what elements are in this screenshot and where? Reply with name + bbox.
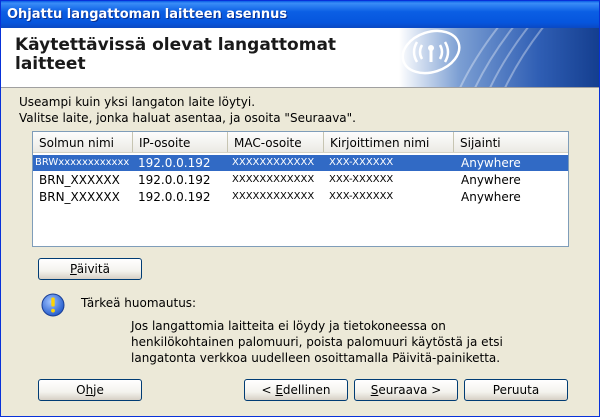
column-header-node-name[interactable]: Solmun nimi <box>33 132 133 152</box>
cell-printer-name: XXX-XXXXXX <box>329 174 394 185</box>
cell-ip: 192.0.0.192 <box>138 173 211 187</box>
window-title: Ohjattu langattoman laitteen asennus <box>7 7 288 22</box>
next-button[interactable]: Seuraava > <box>354 379 458 401</box>
notice-line-1: Jos langattomia laitteita ei löydy ja ti… <box>131 319 446 333</box>
header-banner <box>399 28 599 87</box>
back-button[interactable]: < Edellinen <box>244 379 348 401</box>
refresh-label: äivitä <box>76 262 110 276</box>
device-list-header: Solmun nimi IP-osoite MAC-osoite Kirjoit… <box>33 132 568 153</box>
cell-node-name: BRN_XXXXXX <box>39 173 120 187</box>
back-label-pre: < <box>261 383 276 397</box>
back-mnemonic: E <box>275 383 283 397</box>
cell-location: Anywhere <box>461 156 521 170</box>
title-bar[interactable]: Ohjattu langattoman laitteen asennus <box>1 1 599 28</box>
help-label-post: je <box>93 383 104 397</box>
next-label-post: euraava > <box>378 383 442 397</box>
table-row[interactable]: BRN_XXXXXX 192.0.0.192 XXXXXXXXXXXX XXX-… <box>33 172 568 188</box>
wireless-logo-icon <box>401 29 461 75</box>
intro-line-2: Valitse laite, jonka haluat asentaa, ja … <box>19 111 356 125</box>
notice-line-3: langatonta verkkoa uudelleen osoittamall… <box>131 351 501 365</box>
page-title: Käytettävissä olevat langattomat laittee… <box>15 35 337 74</box>
wizard-header: Käytettävissä olevat langattomat laittee… <box>1 28 599 88</box>
help-button[interactable]: Ohje <box>38 379 142 401</box>
notice-title: Tärkeä huomautus: <box>81 296 197 310</box>
cell-node-name: BRWxxxxxxxxxxxx <box>35 157 130 168</box>
cell-mac: XXXXXXXXXXXX <box>232 157 315 168</box>
cell-mac: XXXXXXXXXXXX <box>232 191 315 202</box>
info-icon <box>41 293 65 317</box>
refresh-button[interactable]: Päivitä <box>38 258 142 280</box>
intro-text: Useampi kuin yksi langaton laite löytyi.… <box>19 94 356 126</box>
cell-printer-name: XXX-XXXXXX <box>329 157 394 168</box>
cancel-label: Peruuta <box>492 383 540 397</box>
device-list[interactable]: Solmun nimi IP-osoite MAC-osoite Kirjoit… <box>32 131 569 247</box>
notice-body: Jos langattomia laitteita ei löydy ja ti… <box>131 318 503 366</box>
cell-ip: 192.0.0.192 <box>138 156 211 170</box>
cell-location: Anywhere <box>461 190 521 204</box>
cell-ip: 192.0.0.192 <box>138 190 211 204</box>
back-label-post: dellinen <box>282 383 331 397</box>
cell-printer-name: XXX-XXXXXX <box>329 191 394 202</box>
refresh-mnemonic: P <box>70 262 77 276</box>
table-row[interactable]: BRN_XXXXXX 192.0.0.192 XXXXXXXXXXXX XXX-… <box>33 189 568 205</box>
column-header-location[interactable]: Sijainti <box>454 132 568 152</box>
cell-location: Anywhere <box>461 173 521 187</box>
column-header-ip[interactable]: IP-osoite <box>133 132 228 152</box>
intro-line-1: Useampi kuin yksi langaton laite löytyi. <box>19 95 256 109</box>
wizard-window: Ohjattu langattoman laitteen asennus Käy… <box>0 0 600 417</box>
notice-line-2: henkilökohtainen palomuuri, poista palom… <box>131 335 503 349</box>
cell-mac: XXXXXXXXXXXX <box>232 174 315 185</box>
help-label-pre: O <box>76 383 86 397</box>
column-header-printer-name[interactable]: Kirjoittimen nimi <box>324 132 454 152</box>
cancel-button[interactable]: Peruuta <box>464 379 568 401</box>
table-row[interactable]: BRWxxxxxxxxxxxx 192.0.0.192 XXXXXXXXXXXX… <box>33 155 568 171</box>
column-header-mac[interactable]: MAC-osoite <box>228 132 324 152</box>
cell-node-name: BRN_XXXXXX <box>39 190 120 204</box>
